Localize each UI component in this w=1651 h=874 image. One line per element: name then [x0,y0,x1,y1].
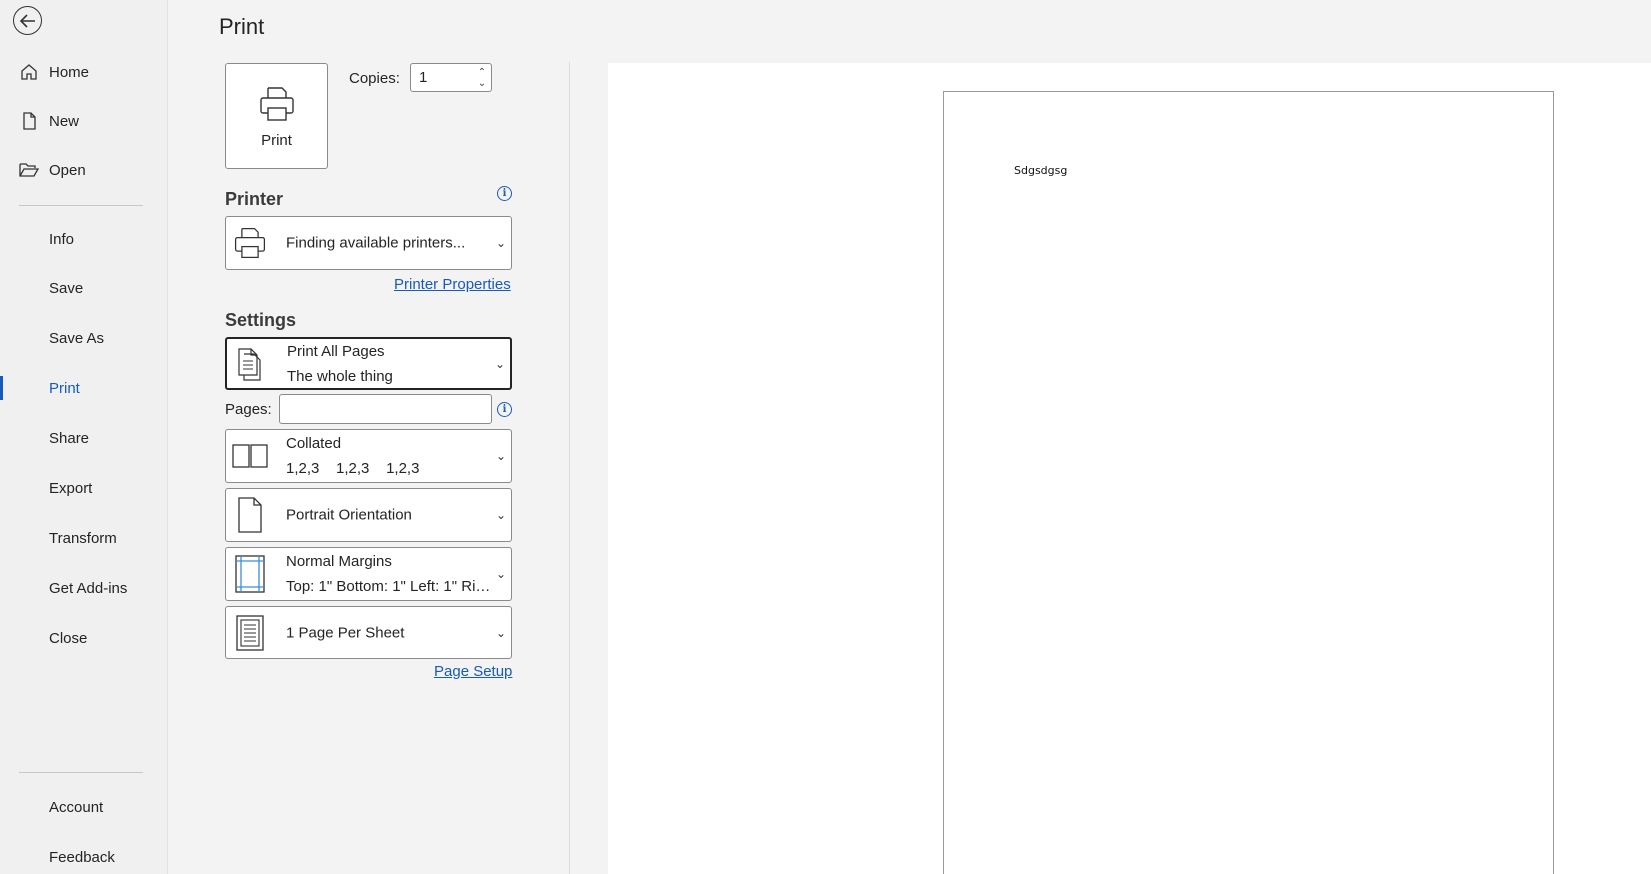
sidebar-item-label: Save [49,279,84,297]
sidebar-item-label: Get Add-ins [49,579,128,597]
chevron-down-icon: ⌄ [495,625,506,640]
sidebar-item-new[interactable]: New [0,101,168,141]
orientation-title: Portrait Orientation [286,506,412,524]
sidebar-item-transform[interactable]: Transform [0,518,168,558]
print-range-dropdown[interactable]: Print All Pages The whole thing ⌄ [225,337,512,390]
collation-dropdown[interactable]: Collated 1,2,3 1,2,3 1,2,3 ⌄ [225,429,512,483]
print-range-subtitle: The whole thing [287,367,393,385]
preview-document-text: Sdgsdgsg [1014,164,1068,177]
printer-dropdown[interactable]: Finding available printers... ⌄ [225,216,512,270]
sidebar-item-label: Account [49,798,104,816]
printer-icon [259,86,294,121]
page-setup-link[interactable]: Page Setup [434,663,512,680]
copies-spinner[interactable]: ⌃ ⌄ [473,67,491,89]
collation-title: Collated [286,435,342,452]
printer-icon [234,227,266,259]
sidebar-item-label: Export [49,479,93,497]
portrait-page-icon [238,497,262,533]
sidebar-item-feedback[interactable]: Feedback [0,837,168,874]
pages-icon [238,347,261,381]
home-icon [20,64,37,80]
folder-open-icon [18,163,39,177]
sidebar-item-label: Save As [49,329,105,347]
pages-label: Pages: [225,401,272,418]
sidebar-divider [19,772,143,773]
sidebar-item-share[interactable]: Share [0,418,168,458]
copies-stepper[interactable]: 1 ⌃ ⌄ [410,63,492,92]
print-button-label: Print [261,131,292,149]
chevron-down-icon[interactable]: ⌄ [478,78,486,89]
chevron-down-icon: ⌄ [495,236,506,250]
sidebar-item-label: Open [49,161,86,179]
pages-info-icon[interactable]: i [497,402,512,417]
pages-input[interactable] [279,394,492,424]
page-per-sheet-icon [236,614,264,651]
sidebar-item-label: Feedback [49,848,115,866]
print-button[interactable]: Print [225,63,328,169]
back-arrow-icon [19,13,35,28]
sidebar-item-account[interactable]: Account [0,787,168,827]
margins-dropdown[interactable]: Normal Margins Top: 1" Bottom: 1" Left: … [225,547,512,601]
chevron-down-icon: ⌄ [494,356,505,371]
backstage-sidebar: Home New Open Info Save Save As Print Sh… [0,0,168,874]
collation-subtitle: 1,2,3 1,2,3 1,2,3 [286,460,420,477]
sidebar-item-home[interactable]: Home [0,52,168,92]
sidebar-item-label: Close [49,629,88,647]
margins-subtitle: Top: 1" Bottom: 1" Left: 1" Right: 1" [286,578,491,595]
sidebar-item-label: Transform [49,529,117,547]
sidebar-item-open[interactable]: Open [0,150,168,190]
chevron-down-icon: ⌄ [495,508,506,522]
copies-label: Copies: [349,70,400,87]
sidebar-divider [19,205,143,206]
sidebar-item-close[interactable]: Close [0,618,168,658]
sidebar-item-save-as[interactable]: Save As [0,318,168,358]
sidebar-item-label: New [49,112,80,130]
back-button[interactable] [13,6,42,35]
chevron-down-icon: ⌄ [495,449,506,463]
pages-per-sheet-dropdown[interactable]: 1 Page Per Sheet ⌄ [225,606,512,659]
margins-title: Normal Margins [286,553,392,570]
print-range-title: Print All Pages [287,342,385,360]
sidebar-item-get-add-ins[interactable]: Get Add-ins [0,568,168,608]
sidebar-item-info[interactable]: Info [0,219,168,259]
sidebar-item-save[interactable]: Save [0,268,168,308]
printer-properties-link[interactable]: Printer Properties [394,276,511,293]
page-title: Print [219,14,265,39]
header-bar [168,0,1651,62]
pages-per-sheet-title: 1 Page Per Sheet [286,624,405,641]
chevron-up-icon[interactable]: ⌃ [478,67,486,78]
sidebar-item-label: Info [49,230,75,248]
new-document-icon [22,112,36,130]
printer-heading: Printer [225,189,284,209]
copies-value[interactable]: 1 [411,69,473,86]
orientation-dropdown[interactable]: Portrait Orientation ⌄ [225,488,512,542]
preview-page: Sdgsdgsg [943,91,1554,874]
sidebar-item-label: Home [49,63,90,81]
sidebar-item-label: Share [49,429,90,447]
sidebar-item-label: Print [49,379,80,397]
sidebar-item-print[interactable]: Print [0,368,168,408]
collated-icon [232,444,268,468]
sidebar-item-export[interactable]: Export [0,468,168,508]
settings-heading: Settings [225,310,297,330]
chevron-down-icon: ⌄ [495,567,506,581]
margins-icon [235,555,265,593]
printer-info-icon[interactable]: i [497,186,512,201]
printer-selected: Finding available printers... [286,234,466,252]
